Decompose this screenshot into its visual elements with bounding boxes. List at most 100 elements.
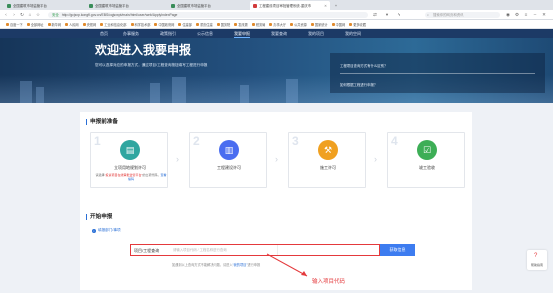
browser-tab[interactable]: 全国建筑市场监管平台 xyxy=(168,1,248,10)
hint-text: 如遇到以上查询方式不能解决问题，请进入“我的项目”进行申报 xyxy=(172,263,261,267)
browser-tab[interactable]: 全国建筑市场监管平台 xyxy=(4,1,84,10)
address-bar-row: ‹ › ↻ ⌂ ☆ 安全 http://gcjsxp.kongfl.gov.cn/… xyxy=(0,10,553,20)
browser-tab-bar: 全国建筑市场监管平台 全国建筑市场监管平台 全国建筑市场监管平台 工程建设项目审… xyxy=(0,0,553,10)
get-info-button[interactable]: 获取信息 xyxy=(380,244,415,256)
nav-item-services[interactable]: 办事服务 xyxy=(123,29,139,38)
new-tab-button[interactable]: + xyxy=(332,1,340,10)
faq-link[interactable]: 如何根据工程进行申报？ xyxy=(340,82,377,87)
bookmark-favicon-icon xyxy=(195,22,199,26)
bookmark-item[interactable]: 全部网址 xyxy=(26,22,44,27)
divider xyxy=(340,73,535,74)
skyline-building xyxy=(286,79,298,103)
bookmarks-bar: 百度一下 全部网址 新华网 人民网 央视网 工业和信息化部 科学技术部 中国政府网 住建部 重庆住… xyxy=(0,20,553,29)
chevron-right-icon: › xyxy=(176,154,179,164)
site-nav: 首页 办事服务 政策指引 公示信息 我要申报 我要查询 我的项目 我的空间 xyxy=(0,29,553,38)
bookmark-favicon-icon xyxy=(26,22,30,26)
bookmark-item[interactable]: 人民网 xyxy=(65,22,79,27)
site-favicon-icon xyxy=(89,3,93,8)
browser-search-input[interactable]: ⌕ 搜索你的网页和资讯 xyxy=(425,12,500,18)
bookmark-favicon-icon xyxy=(216,22,220,26)
bookmark-favicon-icon xyxy=(82,22,86,26)
annotation-label: 输入项目代码 xyxy=(312,279,346,285)
help-guide-button[interactable]: ? 帮助指南 xyxy=(527,250,547,270)
bookmark-item[interactable]: 新华网 xyxy=(47,22,61,27)
favorite-star-icon[interactable]: ☆ xyxy=(35,12,41,18)
bookmark-item[interactable]: 国务院 xyxy=(216,22,230,27)
nav-item-home[interactable]: 首页 xyxy=(100,29,108,38)
nav-item-public-info[interactable]: 公示信息 xyxy=(197,29,213,38)
bookmark-favicon-icon xyxy=(154,22,158,26)
project-query-input[interactable]: 项目/工程查询 请输入项目代码 / 工程名称进行查询 xyxy=(130,244,380,256)
url-field[interactable]: 安全 http://gcjsxp.kongfl.gov.cn/EBS/cqjsxx… xyxy=(48,12,368,18)
bookmark-item[interactable]: 更多收藏 xyxy=(349,22,366,27)
bookmark-favicon-icon xyxy=(47,22,51,26)
info-icon: i xyxy=(92,228,96,233)
settings-icon[interactable]: ⚙ xyxy=(514,12,520,18)
step-card-construction-permit[interactable]: 2 ▥ 工程建设许可 xyxy=(189,132,267,188)
site-favicon-icon xyxy=(171,3,175,8)
close-tab-icon[interactable]: ✕ xyxy=(324,4,327,8)
guide-link[interactable]: i 填报部门/事项 xyxy=(92,228,121,233)
skyline-building xyxy=(172,77,186,103)
bookmark-item[interactable]: 科学技术部 xyxy=(130,22,150,27)
my-projects-link[interactable]: “我的项目” xyxy=(233,263,248,267)
bookmark-item[interactable]: 公共资源 xyxy=(290,22,307,27)
annotation-arrow xyxy=(266,253,308,277)
bookmark-item[interactable]: 工业和信息化部 xyxy=(100,22,127,27)
building-icon: ▥ xyxy=(219,140,239,160)
skyline-building xyxy=(240,85,249,103)
bookmark-item[interactable]: 发改委 xyxy=(234,22,248,27)
dropdown-chevron-icon[interactable]: ▾ xyxy=(384,12,390,18)
bookmark-item[interactable]: 中国网 xyxy=(331,22,345,27)
bookmark-item[interactable]: 办事大厅 xyxy=(269,22,286,27)
browser-tab-active[interactable]: 工程建设项目审批管理系统-重庆市 ✕ xyxy=(250,1,330,10)
bookmark-favicon-icon xyxy=(251,22,255,26)
url-text: http://gcjsxp.kongfl.gov.cn/EBS/cqjsxxpt… xyxy=(61,13,178,17)
lightning-icon[interactable]: ϟ xyxy=(396,12,402,18)
nav-item-my-space[interactable]: 我的空间 xyxy=(345,29,361,38)
step-card-acceptance[interactable]: 4 ☑ 竣工验收 xyxy=(387,132,465,188)
input-label: 项目/工程查询 xyxy=(134,248,160,253)
site-favicon-icon xyxy=(253,3,257,8)
browser-tab[interactable]: 全国建筑市场监管平台 xyxy=(86,1,166,10)
bookmark-item[interactable]: 中国政府网 xyxy=(154,22,174,27)
minimize-icon[interactable]: – xyxy=(532,12,538,18)
translate-icon[interactable]: ⇄ xyxy=(372,12,378,18)
banner-subtitle: 您可以选择对应的申报方式，通过项目/工程查询按钮填写工程进行申报 xyxy=(95,63,208,67)
bookmark-favicon-icon xyxy=(349,22,353,26)
menu-icon[interactable]: ≡ xyxy=(523,12,529,18)
bookmark-item[interactable]: 百度一下 xyxy=(6,22,23,27)
banner-title: 欢迎进入我要申报 xyxy=(95,43,192,57)
back-icon[interactable]: ‹ xyxy=(3,12,9,18)
nav-item-my-projects[interactable]: 我的项目 xyxy=(308,29,324,38)
step-card-build-permit[interactable]: 3 ⚒ 施工许可 xyxy=(288,132,366,188)
nav-item-policy[interactable]: 政策指引 xyxy=(160,29,176,38)
step-note: 请选择“投资项目在线审批监管平台”的立项代码，查看编码 xyxy=(95,173,167,181)
bookmark-favicon-icon xyxy=(6,22,9,26)
close-window-icon[interactable]: ✕ xyxy=(541,12,547,18)
nav-item-apply[interactable]: 我要申报 xyxy=(234,29,250,38)
secure-label: 安全 xyxy=(52,13,59,17)
bookmark-favicon-icon xyxy=(234,22,238,26)
account-icon[interactable]: ◉ xyxy=(505,12,511,18)
reload-icon[interactable]: ↻ xyxy=(19,12,25,18)
nav-item-query[interactable]: 我要查询 xyxy=(271,29,287,38)
home-icon[interactable]: ⌂ xyxy=(27,12,33,18)
bookmark-favicon-icon xyxy=(290,22,294,26)
section-title-start: 开始申报 xyxy=(86,214,112,220)
input-placeholder: 请输入项目代码 / 工程名称进行查询 xyxy=(173,248,227,252)
bookmark-item[interactable]: 央视网 xyxy=(82,22,96,27)
step-card-approval[interactable]: 1 ▤ 立项用地规划许可 请选择“投资项目在线审批监管平台”的立项代码，查看编码 xyxy=(90,132,168,188)
bookmark-favicon-icon xyxy=(130,22,134,26)
bookmark-item[interactable]: 住建部 xyxy=(178,22,192,27)
document-icon: ▤ xyxy=(120,140,140,160)
bookmark-item[interactable]: 国家统计 xyxy=(310,22,328,27)
bookmark-favicon-icon xyxy=(331,22,335,26)
skyline-building xyxy=(20,81,32,103)
hero-banner: 欢迎进入我要申报 您可以选择对应的申报方式，通过项目/工程查询按钮填写工程进行申… xyxy=(0,38,553,103)
search-icon: ⌕ xyxy=(427,13,429,17)
bookmark-item[interactable]: 税务局 xyxy=(251,22,265,27)
forward-icon[interactable]: › xyxy=(11,12,17,18)
faq-link[interactable]: 工程项目查询方式有什么区别？ xyxy=(340,63,387,68)
bookmark-item[interactable]: 重庆住建 xyxy=(195,22,213,27)
